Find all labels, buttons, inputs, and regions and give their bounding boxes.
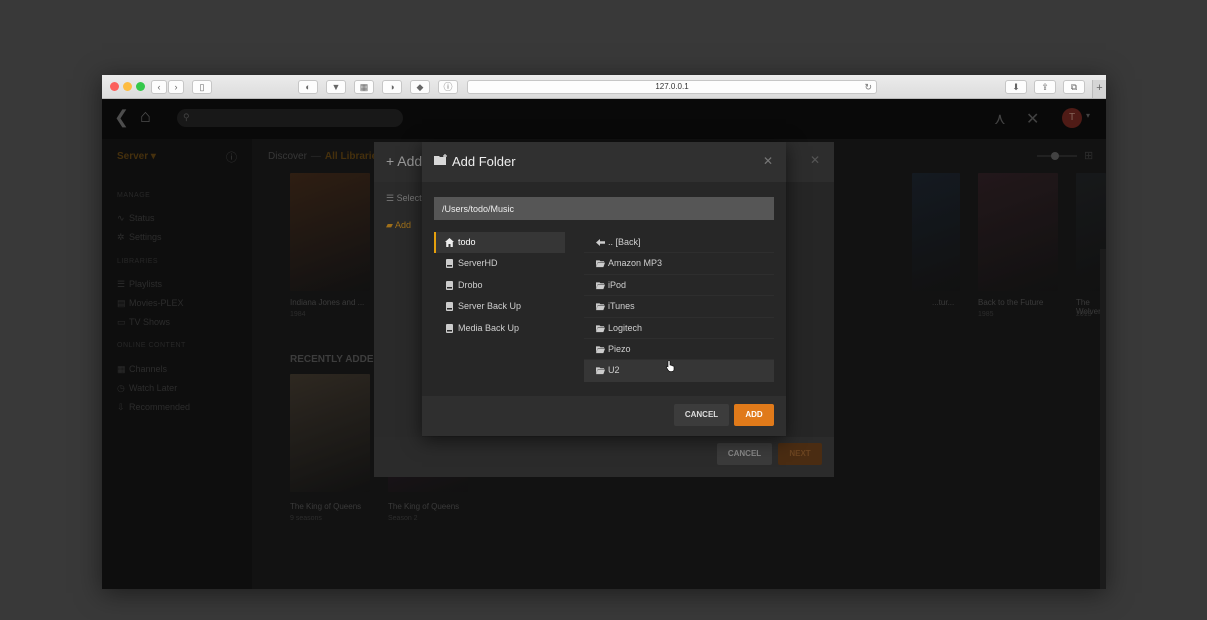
folder-icon <box>596 303 605 311</box>
add-library-steps: ☰ Select ▰ Add <box>374 182 422 437</box>
close-icon[interactable]: ✕ <box>763 154 773 168</box>
extension-button-1[interactable]: ◐ <box>298 80 318 94</box>
add-library-footer: CANCEL NEXT <box>374 437 834 477</box>
share-icon: ⇪ <box>1041 82 1049 92</box>
folder-path-input[interactable] <box>434 197 774 220</box>
folder-plus-icon <box>434 154 447 165</box>
sidebar-toggle-button[interactable]: ▯ <box>192 80 212 94</box>
reload-icon[interactable]: ↻ <box>864 81 872 93</box>
drive-icon <box>446 323 453 333</box>
browser-toolbar: ‹ › ▯ ◐ ▼ ▦ ◑ ◆ ⓘ 127.0.0.1 ↻ ⬇ ⇪ ⧉ + <box>102 75 1106 99</box>
download-icon: ⬇ <box>1012 82 1020 92</box>
extension-icon: ◐ <box>305 82 311 92</box>
folder-item-logitech[interactable]: Logitech <box>584 318 774 339</box>
zoom-window-button[interactable] <box>136 82 145 91</box>
minimize-window-button[interactable] <box>123 82 132 91</box>
location-item-server-back-up[interactable]: Server Back Up <box>434 296 565 317</box>
folder-icon <box>596 324 605 332</box>
folder-item-u2[interactable]: U2 <box>584 360 774 382</box>
hand-cursor-icon <box>666 360 675 372</box>
extension-button-2[interactable]: ▦ <box>354 80 374 94</box>
browser-forward-button[interactable]: › <box>168 80 184 94</box>
library-cancel-button[interactable]: CANCEL <box>717 443 772 465</box>
drive-icon <box>446 302 453 312</box>
back-arrow-icon <box>596 239 605 246</box>
downloads-button[interactable]: ⬇ <box>1005 80 1027 94</box>
extension-button-4[interactable]: ◆ <box>410 80 430 94</box>
tabs-overview-button[interactable]: ⧉ <box>1063 80 1085 94</box>
share-button[interactable]: ⇪ <box>1034 80 1056 94</box>
extension-button-3[interactable]: ◑ <box>382 80 402 94</box>
bookmark-icon: ◆ <box>416 82 424 92</box>
add-folder-header: Add Folder ✕ <box>422 142 786 182</box>
folder-icon <box>596 367 605 375</box>
info-button[interactable]: ⓘ <box>438 80 458 94</box>
list-icon: ☰ <box>386 193 397 203</box>
location-item-media-back-up[interactable]: Media Back Up <box>434 318 565 339</box>
browser-window: ‹ › ▯ ◐ ▼ ▦ ◑ ◆ ⓘ 127.0.0.1 ↻ ⬇ ⇪ ⧉ + ❮ … <box>102 75 1106 589</box>
plex-app: ❮ ⌂ ⚲ ⋏ ✕ T ▾ Server ▾ ⓘ MANAGE ∿ Status … <box>102 99 1106 589</box>
url-text: 127.0.0.1 <box>655 82 689 91</box>
library-next-button[interactable]: NEXT <box>778 443 822 465</box>
folder-icon: ▰ <box>386 220 395 230</box>
drive-icon <box>446 259 453 269</box>
folder-item-ipod[interactable]: iPod <box>584 275 774 297</box>
location-item-serverhd[interactable]: ServerHD <box>434 253 565 274</box>
grid-icon: ▦ <box>359 82 369 92</box>
chevron-left-icon: ‹ <box>157 82 161 92</box>
folder-item-back[interactable]: .. [Back] <box>584 232 774 254</box>
tabs-icon: ⧉ <box>1070 82 1078 92</box>
close-window-button[interactable] <box>110 82 119 91</box>
add-library-title: + Add <box>386 153 423 169</box>
folder-item-itunes[interactable]: iTunes <box>584 296 774 318</box>
folder-icon <box>596 346 605 354</box>
plus-icon: + <box>1096 82 1103 94</box>
drive-icon <box>446 280 453 290</box>
add-button[interactable]: ADD <box>734 404 774 426</box>
close-icon[interactable]: ✕ <box>810 153 820 167</box>
add-folder-footer: CANCEL ADD <box>422 396 786 436</box>
chevron-right-icon: › <box>174 82 178 92</box>
plus-icon: + <box>386 153 398 169</box>
address-bar[interactable]: 127.0.0.1 ↻ <box>467 80 877 94</box>
step-select-type[interactable]: ☰ Select <box>386 193 422 204</box>
location-item-drobo[interactable]: Drobo <box>434 275 565 296</box>
pocket-icon: ▼ <box>331 82 341 92</box>
browser-back-button[interactable]: ‹ <box>151 80 167 94</box>
folder-item-piezo[interactable]: Piezo <box>584 339 774 361</box>
folder-icon <box>596 260 605 268</box>
location-list: todo ServerHD Drobo Server Back Up Media… <box>434 232 565 339</box>
pocket-button[interactable]: ▼ <box>326 80 346 94</box>
step-add-folders[interactable]: ▰ Add <box>386 220 411 231</box>
folder-list: .. [Back] Amazon MP3 iPod iTunes Logitec… <box>584 232 774 382</box>
folder-item-amazon-mp3[interactable]: Amazon MP3 <box>584 253 774 275</box>
info-icon: ⓘ <box>443 82 453 92</box>
add-folder-title: Add Folder <box>452 154 516 169</box>
cancel-button[interactable]: CANCEL <box>674 404 729 426</box>
sidebar-icon: ▯ <box>199 82 205 92</box>
d-logo-icon: ◑ <box>389 82 395 92</box>
location-item-home[interactable]: todo <box>434 232 565 254</box>
home-icon <box>445 238 454 247</box>
add-folder-dialog: Add Folder ✕ todo ServerHD Drobo <box>422 142 786 436</box>
folder-icon <box>596 282 605 289</box>
new-tab-button[interactable]: + <box>1092 80 1106 98</box>
